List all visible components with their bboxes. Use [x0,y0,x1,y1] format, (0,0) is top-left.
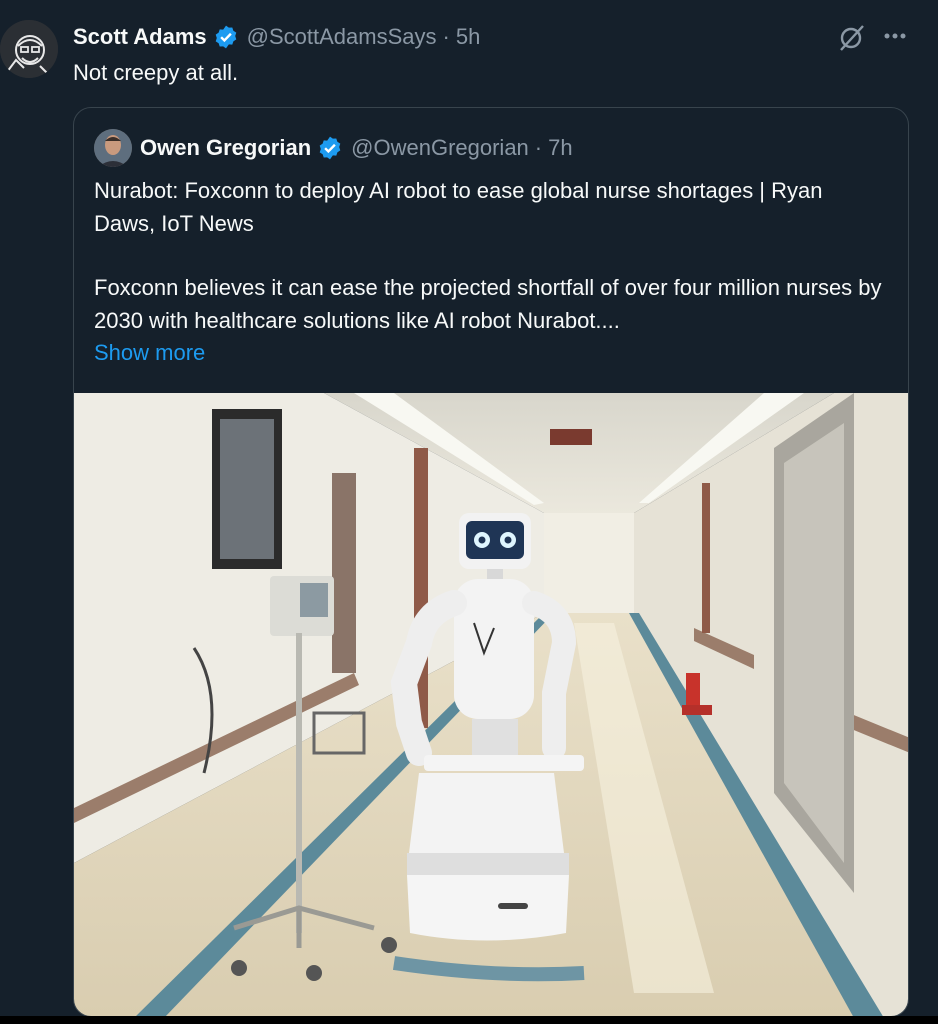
bottom-edge-bar [0,1016,938,1024]
grok-icon[interactable] [838,22,866,52]
verified-badge-icon [319,136,341,160]
tweet-text: Not creepy at all. [73,60,239,85]
more-icon[interactable] [882,26,908,46]
quoted-author-avatar[interactable] [94,129,132,167]
author-avatar[interactable] [0,20,58,78]
quoted-tweet-card[interactable]: Owen Gregorian @OwenGregorian · 7h Nurab… [73,107,909,1017]
quoted-tweet-image[interactable] [74,393,908,1016]
avatar-sketch [0,20,58,78]
quoted-tweet-header: Owen Gregorian @OwenGregorian · 7h [94,128,573,168]
quoted-tweet-text: Nurabot: Foxconn to deploy AI robot to e… [94,175,884,370]
quoted-timestamp[interactable]: 7h [548,135,572,161]
quoted-headline: Nurabot: Foxconn to deploy AI robot to e… [94,178,829,236]
quoted-author-handle[interactable]: @OwenGregorian [351,135,529,161]
verified-badge-icon [215,25,236,49]
author-handle[interactable]: @ScottAdamsSays [247,24,437,50]
avatar-photo [94,129,132,167]
author-name[interactable]: Scott Adams [73,24,207,50]
hospital-robot-photo [74,393,908,1016]
quoted-body: Foxconn believes it can ease the project… [94,275,888,333]
separator-dot: · [442,24,450,49]
tweet-header: Scott Adams @ScottAdamsSays · 5h [73,22,918,52]
quoted-author-name[interactable]: Owen Gregorian [140,135,311,161]
separator-dot: · [534,135,543,160]
show-more-link[interactable]: Show more [94,337,884,370]
tweet-timestamp[interactable]: 5h [456,24,480,50]
